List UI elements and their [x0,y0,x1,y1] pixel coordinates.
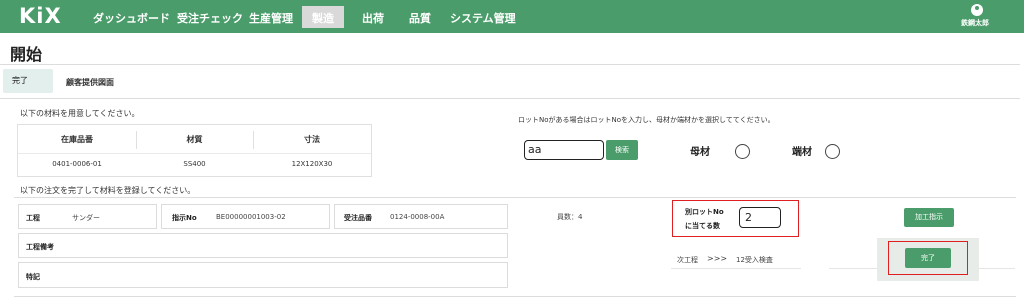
base-material-label: 母材 [690,147,710,158]
instruction-no-value: BE00000001003-02 [216,213,286,221]
order-part-field: 受注品番 0124-0008-00A [334,204,508,229]
table-row-divider [18,153,371,154]
nav-system-management[interactable]: システム管理 [450,10,516,26]
order-part-label: 受注品番 [344,214,372,222]
order-divider [14,197,1016,198]
next-process-label: 次工程 [677,256,698,264]
nav-order-check[interactable]: 受注チェック [177,10,243,26]
bottom-divider [14,296,1016,297]
tab-customer-drawings[interactable]: 顧客提供図面 [66,77,114,88]
cell-dimensions: 12X120X30 [291,160,333,168]
nav-dashboard[interactable]: ダッシュボード [93,10,170,26]
scrap-material-radio[interactable] [825,144,840,159]
cell-material: SS400 [183,160,206,168]
cell-stock-part-no: 0401-0006-01 [52,160,102,168]
other-lot-label-line1: 別ロットNo [685,208,724,216]
user-name[interactable]: 鉄鋼太郎 [961,18,989,28]
kix-logo[interactable]: KiX [19,4,62,28]
next-process-value: 12受入検査 [736,256,773,264]
process-note-field: 工程備考 [18,233,508,258]
title-divider [0,64,1020,65]
other-lot-quantity-input[interactable]: 2 [739,207,781,228]
tabs-divider [0,98,1020,99]
complete-highlight [888,241,968,275]
process-instruction-button[interactable]: 加工指示 [904,208,954,227]
lot-no-input[interactable]: aa [524,140,604,160]
next-process-underline [671,268,801,269]
other-lot-label-line2: に当てる数 [685,222,720,230]
order-part-value: 0124-0008-00A [390,213,445,221]
count-text: 員数：4 [557,213,583,221]
page-title: 開始 [10,45,43,64]
tab-complete[interactable]: 完了 [3,69,53,93]
top-navbar: KiX ダッシュボード 受注チェック 生産管理 製造 出荷 品質 システム管理 … [0,0,1024,33]
scrap-material-label: 端材 [792,147,812,158]
header-material: 材質 [186,135,203,144]
materials-instruction: 以下の材料を用意してください。 [20,109,140,118]
process-label: 工程 [26,214,40,222]
nav-shipping[interactable]: 出荷 [362,10,384,26]
nav-quality[interactable]: 品質 [409,10,431,26]
process-note-label: 工程備考 [26,243,54,251]
user-avatar-icon[interactable] [971,4,983,16]
nav-production-management[interactable]: 生産管理 [249,10,293,26]
instruction-no-label: 指示No [172,214,197,222]
header-stock-part-no: 在庫品番 [61,135,93,144]
nav-manufacturing[interactable]: 製造 [302,6,344,28]
next-process-arrow: >>> [707,254,728,263]
base-material-radio[interactable] [735,144,750,159]
header-dimensions: 寸法 [304,135,320,144]
instruction-no-field: 指示No BE00000001003-02 [161,204,330,229]
order-instruction: 以下の注文を完了して材料を登録してください。 [20,186,196,195]
process-field: 工程 サンダー [18,204,157,229]
materials-table: 在庫品番 材質 寸法 0401-0006-01 SS400 12X120X30 [17,124,372,177]
special-note-label: 特記 [26,273,40,281]
lot-instruction: ロットNoがある場合はロットNoを入力し、母材か端材かを選択しててください。 [518,116,775,124]
search-button[interactable]: 検索 [606,140,638,160]
special-note-field: 特記 [18,262,508,288]
process-value: サンダー [72,214,100,222]
